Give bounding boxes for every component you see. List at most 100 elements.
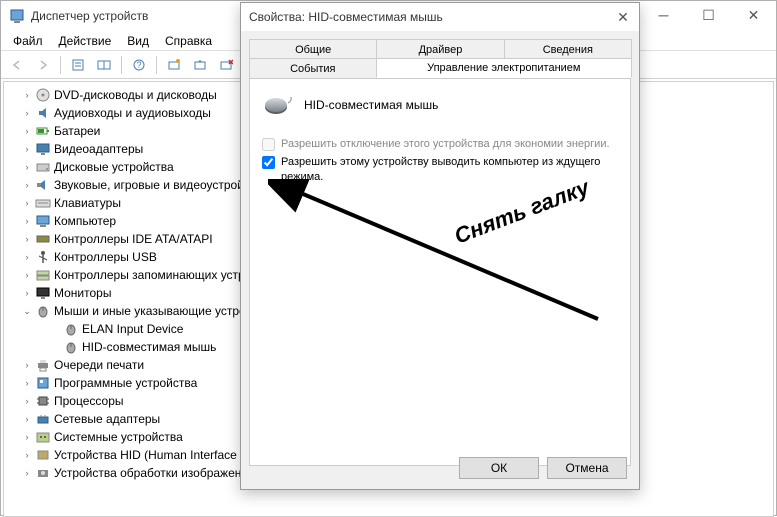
tree-item-label: Программные устройства [52, 376, 197, 390]
menu-help[interactable]: Справка [159, 32, 218, 50]
hid-icon [34, 447, 52, 463]
menu-action[interactable]: Действие [53, 32, 118, 50]
tree-item-label: HID-совместимая мышь [80, 340, 216, 354]
usb-icon [34, 249, 52, 265]
expand-arrow-icon[interactable]: › [20, 432, 34, 442]
tree-item-label: Мониторы [52, 286, 111, 300]
monitor-icon [34, 285, 52, 301]
audio-icon [34, 105, 52, 121]
expand-arrow-icon[interactable]: › [20, 270, 34, 280]
expand-arrow-icon[interactable]: › [20, 234, 34, 244]
tree-item-label: Контроллеры IDE ATA/ATAPI [52, 232, 213, 246]
expand-arrow-icon[interactable]: › [20, 252, 34, 262]
expand-arrow-icon[interactable]: › [20, 108, 34, 118]
expand-arrow-icon[interactable]: › [20, 360, 34, 370]
tab-content: HID-совместимая мышь Разрешить отключени… [249, 78, 631, 466]
checkbox-allow-wake[interactable]: Разрешить этому устройству выводить комп… [262, 153, 618, 186]
checkbox-allow-wake-input[interactable] [262, 156, 275, 169]
tree-item-label: Устройства обработки изображений [52, 466, 255, 480]
tree-item-label: Звуковые, игровые и видеоустройства [52, 178, 268, 192]
expand-arrow-icon[interactable]: › [20, 468, 34, 478]
drive-icon [34, 159, 52, 175]
mouse-icon [62, 321, 80, 337]
expand-arrow-icon[interactable]: › [20, 126, 34, 136]
display-icon [34, 141, 52, 157]
tree-item-label: Батареи [52, 124, 100, 138]
checkbox-allow-poweroff-label: Разрешить отключение этого устройства дл… [281, 137, 610, 151]
tab-driver[interactable]: Драйвер [376, 39, 504, 59]
ide-icon [34, 231, 52, 247]
tree-item-label: DVD-дисководы и дисководы [52, 88, 217, 102]
checkbox-allow-poweroff: Разрешить отключение этого устройства дл… [262, 135, 618, 153]
battery-icon [34, 123, 52, 139]
tree-item-label: Компьютер [52, 214, 116, 228]
tb-separator [156, 56, 157, 74]
sound-icon [34, 177, 52, 193]
keyboard-icon [34, 195, 52, 211]
expand-arrow-icon[interactable]: › [20, 450, 34, 460]
device-name-label: HID-совместимая мышь [304, 98, 438, 112]
imaging-icon [34, 465, 52, 481]
tree-item-label: Системные устройства [52, 430, 183, 444]
menu-view[interactable]: Вид [121, 32, 155, 50]
mouse-icon [262, 93, 294, 117]
expand-arrow-icon[interactable]: ⌄ [20, 306, 34, 317]
computer-icon [34, 213, 52, 229]
expand-arrow-icon[interactable]: › [20, 162, 34, 172]
system-icon [34, 429, 52, 445]
tree-item-label: Сетевые адаптеры [52, 412, 160, 426]
tb-back-button[interactable] [5, 54, 29, 76]
close-button[interactable]: ✕ [731, 1, 776, 29]
tree-item-label: Клавиатуры [52, 196, 121, 210]
tb-props-button[interactable] [66, 54, 90, 76]
dialog-close-button[interactable]: ✕ [607, 3, 639, 31]
minimize-button[interactable]: ─ [641, 1, 686, 29]
expand-arrow-icon[interactable]: › [20, 288, 34, 298]
maximize-button[interactable]: ☐ [686, 1, 731, 29]
software-icon [34, 375, 52, 391]
device-header: HID-совместимая мышь [262, 93, 618, 117]
menu-file[interactable]: Файл [7, 32, 49, 50]
dialog-titlebar: Свойства: HID-совместимая мышь ✕ [241, 3, 639, 31]
expand-arrow-icon[interactable]: › [20, 378, 34, 388]
tb-uninstall-button[interactable] [214, 54, 238, 76]
tab-strip: Общие Драйвер Сведения События Управлени… [241, 31, 639, 466]
tree-item-label: ELAN Input Device [80, 322, 183, 336]
mouse-icon [62, 339, 80, 355]
expand-arrow-icon[interactable]: › [20, 180, 34, 190]
ok-button[interactable]: ОК [459, 457, 539, 479]
tab-events[interactable]: События [249, 58, 377, 78]
tb-show-button[interactable] [92, 54, 116, 76]
tb-help-button[interactable]: ? [127, 54, 151, 76]
tb-update-button[interactable] [188, 54, 212, 76]
tab-power[interactable]: Управление электропитанием [376, 58, 632, 78]
expand-arrow-icon[interactable]: › [20, 216, 34, 226]
tab-details[interactable]: Сведения [504, 39, 632, 59]
printer-icon [34, 357, 52, 373]
cpu-icon [34, 393, 52, 409]
annotation-text: Снять галку [451, 179, 594, 249]
tree-item-label: Видеоадаптеры [52, 142, 143, 156]
tree-item-label: Дисковые устройства [52, 160, 174, 174]
expand-arrow-icon[interactable]: › [20, 396, 34, 406]
expand-arrow-icon[interactable]: › [20, 144, 34, 154]
checkbox-allow-poweroff-input [262, 138, 275, 151]
tb-scan-button[interactable] [162, 54, 186, 76]
window-controls: ─ ☐ ✕ [641, 1, 776, 29]
storage-icon [34, 267, 52, 283]
tree-item-label: Контроллеры USB [52, 250, 157, 264]
disc-icon [34, 87, 52, 103]
tree-item-label: Очереди печати [52, 358, 144, 372]
dialog-buttons: ОК Отмена [459, 457, 627, 479]
tb-separator [121, 56, 122, 74]
expand-arrow-icon[interactable]: › [20, 198, 34, 208]
annotation-arrow: Снять галку [268, 179, 628, 339]
expand-arrow-icon[interactable]: › [20, 90, 34, 100]
cancel-button[interactable]: Отмена [547, 457, 627, 479]
mouse-icon [34, 303, 52, 319]
tree-item-label: Процессоры [52, 394, 124, 408]
expand-arrow-icon[interactable]: › [20, 414, 34, 424]
app-icon [9, 8, 25, 24]
tab-general[interactable]: Общие [249, 39, 377, 59]
tb-forward-button[interactable] [31, 54, 55, 76]
